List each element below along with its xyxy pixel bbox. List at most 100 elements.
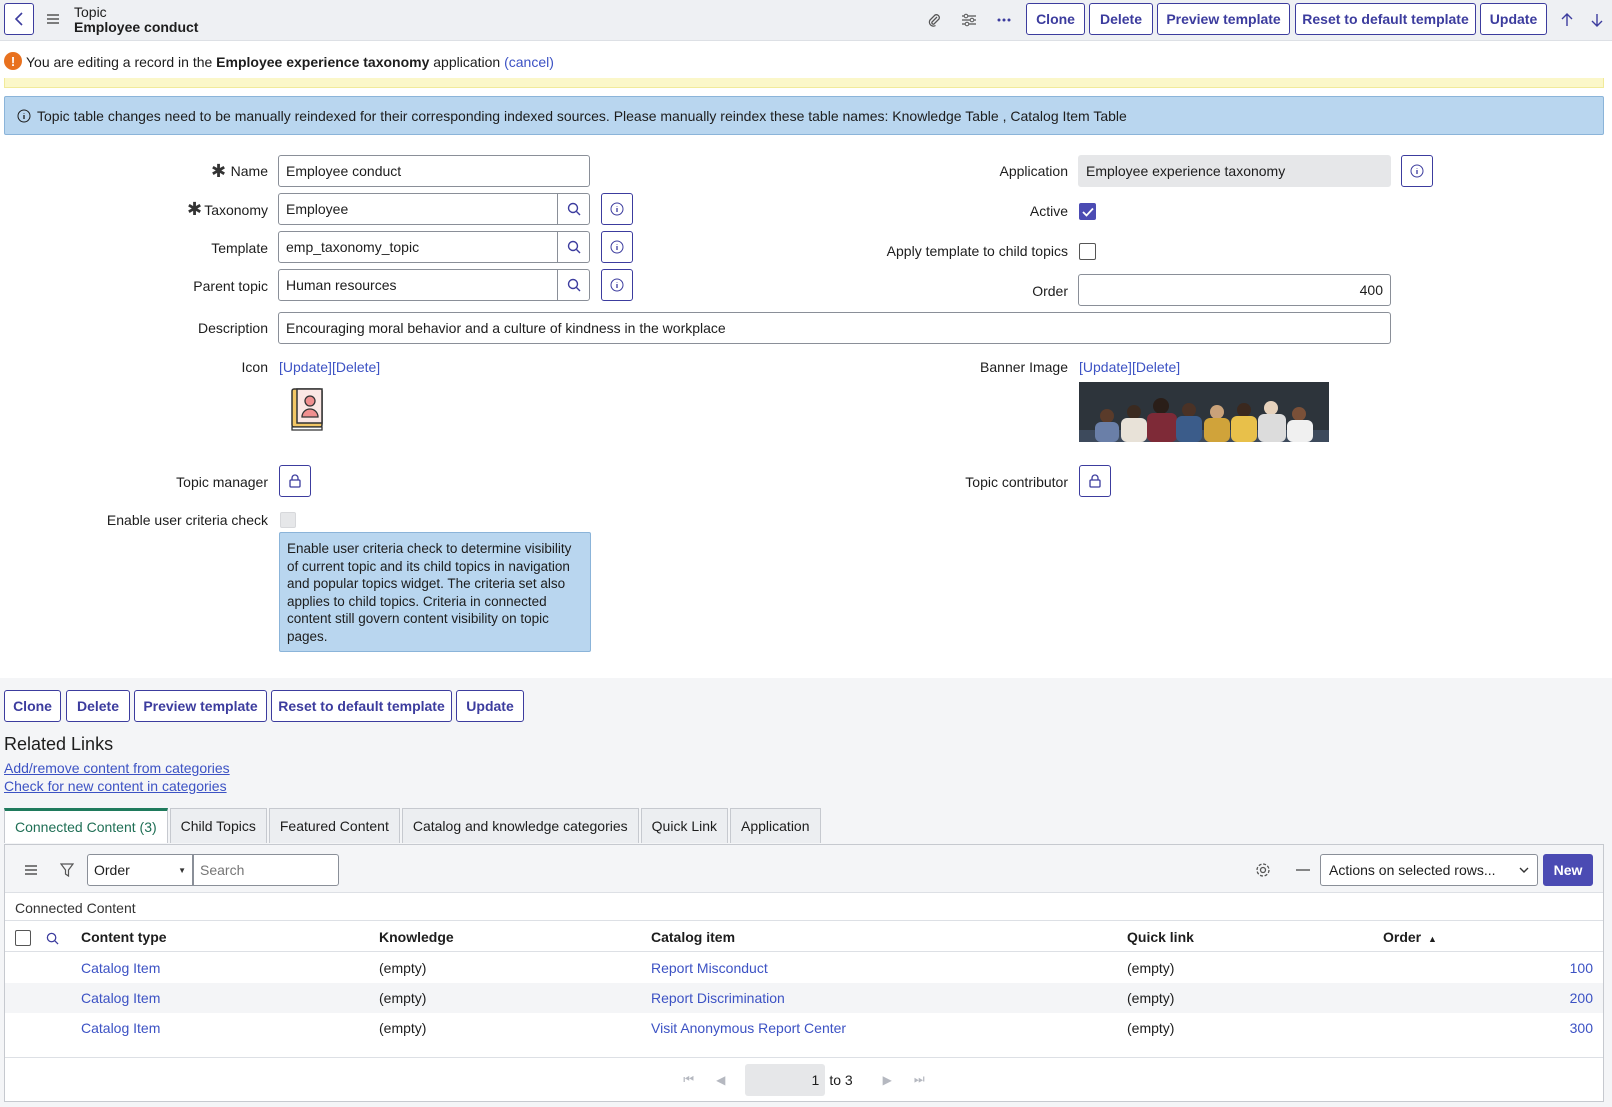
collapse-list-button[interactable]	[1293, 860, 1313, 880]
filter-button[interactable]	[57, 860, 77, 880]
parent-topic-label: Parent topic	[193, 278, 268, 294]
banner-update-link[interactable]: [Update]	[1079, 359, 1132, 375]
catalog-item-link[interactable]: Report Misconduct	[651, 960, 768, 976]
clone-button[interactable]: Clone	[1026, 3, 1085, 35]
taxonomy-lookup-button[interactable]	[557, 194, 589, 224]
list-search-input[interactable]	[193, 854, 339, 886]
column-header-order[interactable]: Order ▲	[1383, 929, 1437, 945]
context-menu-button[interactable]	[44, 10, 62, 28]
content-type-link[interactable]: Catalog Item	[81, 960, 160, 976]
check-new-content-link[interactable]: Check for new content in categories	[4, 778, 227, 794]
sliders-icon	[962, 13, 976, 27]
new-button[interactable]: New	[1543, 854, 1593, 886]
column-header-quick-link[interactable]: Quick link	[1127, 929, 1194, 945]
template-info-button[interactable]	[601, 231, 633, 263]
order-link[interactable]: 100	[1570, 960, 1593, 976]
reset-template-button[interactable]: Reset to default template	[1295, 3, 1476, 35]
parent-topic-info-button[interactable]	[601, 269, 633, 301]
tab-quick-link[interactable]: Quick Link	[640, 808, 729, 843]
user-criteria-checkbox[interactable]	[280, 512, 296, 528]
topic-icon-image	[289, 387, 327, 431]
list-header-row: Content type Knowledge Catalog item Quic…	[5, 920, 1603, 952]
parent-topic-input[interactable]: Human resources	[278, 269, 590, 301]
template-lookup-button[interactable]	[557, 232, 589, 262]
column-header-catalog-item[interactable]: Catalog item	[651, 929, 735, 945]
team-photo-image	[1079, 382, 1329, 442]
order-link[interactable]: 300	[1570, 1020, 1593, 1036]
catalog-item-link[interactable]: Visit Anonymous Report Center	[651, 1020, 846, 1036]
search-icon	[567, 240, 580, 254]
tab-application[interactable]: Application	[730, 808, 821, 843]
catalog-item-link[interactable]: Report Discrimination	[651, 990, 785, 1006]
editing-notice: ! You are editing a record in the Employ…	[0, 44, 1612, 88]
application-label: Application	[999, 163, 1069, 179]
tab-featured-content[interactable]: Featured Content	[268, 808, 400, 843]
column-header-knowledge[interactable]: Knowledge	[379, 929, 454, 945]
connected-content-list: Order ▼ Actions on selected rows... New …	[4, 844, 1604, 1102]
list-menu-button[interactable]	[21, 860, 41, 880]
more-options-button[interactable]	[994, 10, 1014, 30]
cancel-link[interactable]: (cancel)	[504, 54, 554, 70]
next-page-icon[interactable]: ▶	[883, 1073, 892, 1087]
icon-actions: [Update][Delete]	[279, 359, 380, 375]
info-icon	[610, 278, 624, 292]
bottom-update-button[interactable]: Update	[456, 690, 524, 722]
actions-select[interactable]: Actions on selected rows...	[1320, 854, 1538, 886]
tab-connected-content[interactable]: Connected Content (3)	[4, 808, 168, 843]
record-header: Topic Employee conduct Clone Delete Prev…	[0, 0, 1612, 41]
description-input[interactable]: Encouraging moral behavior and a culture…	[278, 312, 1391, 344]
taxonomy-info-button[interactable]	[601, 193, 633, 225]
bottom-clone-button[interactable]: Clone	[4, 690, 61, 722]
content-type-link[interactable]: Catalog Item	[81, 990, 160, 1006]
parent-topic-lookup-button[interactable]	[557, 270, 589, 300]
tab-child-topics[interactable]: Child Topics	[169, 808, 267, 843]
next-record-button[interactable]	[1587, 10, 1607, 30]
active-checkbox[interactable]	[1079, 203, 1096, 220]
delete-button[interactable]: Delete	[1089, 3, 1153, 35]
previous-record-button[interactable]	[1557, 10, 1577, 30]
apply-template-checkbox[interactable]	[1079, 243, 1096, 260]
banner-delete-link[interactable]: [Delete]	[1132, 359, 1180, 375]
knowledge-cell: (empty)	[379, 960, 427, 976]
name-input[interactable]: Employee conduct	[278, 155, 590, 187]
select-all-checkbox[interactable]	[15, 930, 31, 946]
tab-catalog-knowledge-categories[interactable]: Catalog and knowledge categories	[401, 808, 639, 843]
topic-contributor-lock-button[interactable]	[1079, 465, 1111, 497]
info-icon	[610, 202, 624, 216]
application-info-button[interactable]	[1401, 155, 1433, 187]
content-type-link[interactable]: Catalog Item	[81, 1020, 160, 1036]
order-input[interactable]: 400	[1078, 274, 1391, 306]
add-remove-content-link[interactable]: Add/remove content from categories	[4, 760, 230, 776]
icon-update-link[interactable]: [Update]	[279, 359, 332, 375]
topic-manager-lock-button[interactable]	[279, 465, 311, 497]
page-number-input[interactable]: 1	[745, 1063, 826, 1096]
mandatory-icon: ✱	[211, 161, 227, 181]
first-page-icon[interactable]: ⏮	[683, 1072, 694, 1087]
previous-page-icon[interactable]: ◀	[716, 1073, 725, 1087]
column-header-content-type[interactable]: Content type	[81, 929, 167, 945]
search-field-select[interactable]: Order ▼	[87, 854, 193, 886]
preview-template-button[interactable]: Preview template	[1157, 3, 1290, 35]
table-row: Catalog Item (empty) Report Misconduct (…	[5, 953, 1603, 983]
list-settings-button[interactable]	[1253, 860, 1273, 880]
order-link[interactable]: 200	[1570, 990, 1593, 1006]
icon-delete-link[interactable]: [Delete]	[332, 359, 380, 375]
back-button[interactable]	[4, 3, 34, 35]
checkmark-icon	[1081, 207, 1094, 217]
banner-actions: [Update][Delete]	[1079, 359, 1180, 375]
attachment-button[interactable]	[924, 10, 944, 30]
bottom-preview-template-button[interactable]: Preview template	[134, 690, 267, 722]
record-name: Employee conduct	[74, 19, 199, 35]
last-page-icon[interactable]: ⏭	[914, 1072, 925, 1087]
bottom-reset-template-button[interactable]: Reset to default template	[271, 690, 452, 722]
taxonomy-input[interactable]: Employee	[278, 193, 590, 225]
personalize-button[interactable]	[959, 10, 979, 30]
update-button[interactable]: Update	[1480, 3, 1547, 35]
template-input[interactable]: emp_taxonomy_topic	[278, 231, 590, 263]
banner-image-label: Banner Image	[980, 359, 1068, 375]
column-search-button[interactable]	[43, 929, 61, 947]
lock-icon	[1089, 474, 1101, 488]
application-input: Employee experience taxonomy	[1078, 155, 1391, 187]
bottom-delete-button[interactable]: Delete	[66, 690, 130, 722]
name-label: Name	[230, 163, 268, 179]
